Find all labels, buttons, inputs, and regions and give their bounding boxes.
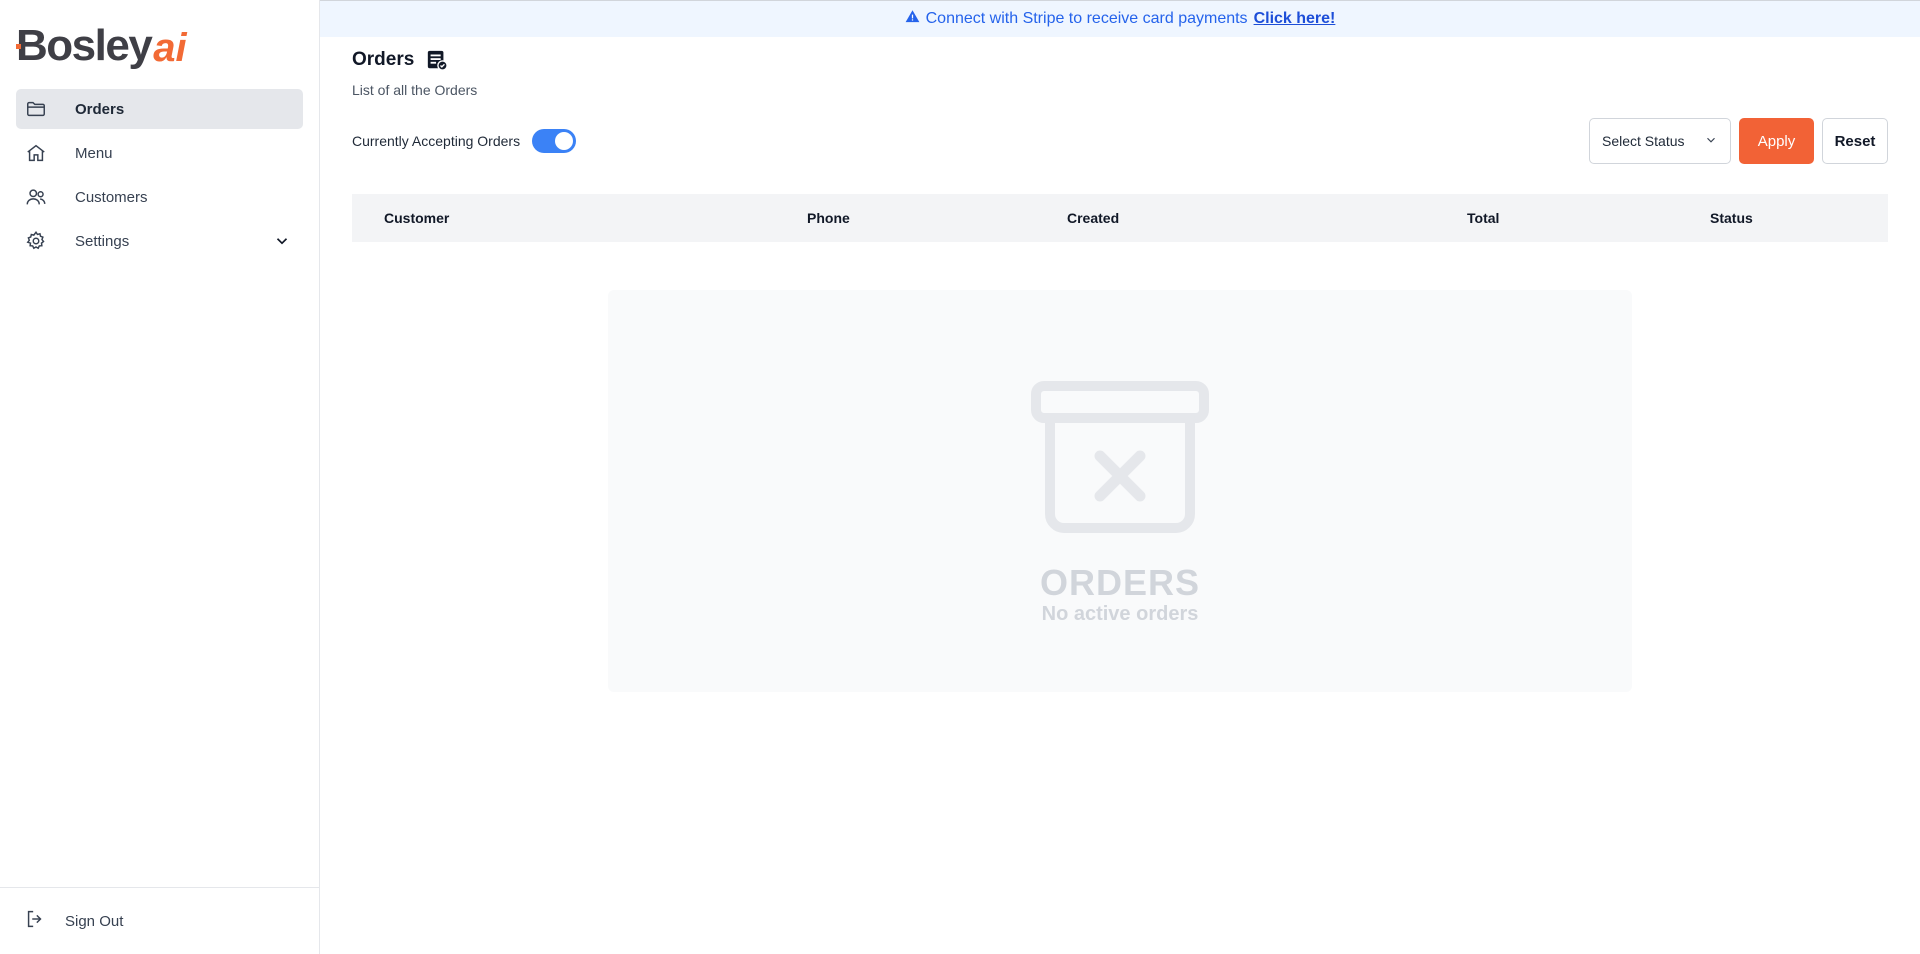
sidebar-item-menu[interactable]: Menu xyxy=(16,133,303,173)
empty-state-title: ORDERS xyxy=(1039,562,1201,603)
page-header: Orders xyxy=(352,49,449,71)
users-icon xyxy=(24,185,48,209)
logo-mark xyxy=(16,44,21,49)
sign-out-button[interactable]: Sign Out xyxy=(24,908,123,935)
column-header-created[interactable]: Created xyxy=(1067,210,1119,226)
stripe-connect-link[interactable]: Click here! xyxy=(1254,10,1336,28)
empty-box-icon xyxy=(1030,380,1210,536)
stripe-banner: Connect with Stripe to receive card paym… xyxy=(320,0,1920,37)
sidebar-item-label: Orders xyxy=(75,100,125,118)
sidebar-item-orders[interactable]: Orders xyxy=(16,89,303,129)
sign-out-icon xyxy=(24,908,46,935)
gear-icon xyxy=(24,229,48,253)
sidebar-nav: Orders Menu Customers Settings xyxy=(16,89,303,265)
sidebar-footer: Sign Out xyxy=(0,887,319,954)
warning-icon xyxy=(905,9,920,29)
page-subtitle: List of all the Orders xyxy=(352,82,478,98)
orders-table-header: Customer Phone Created Total Status xyxy=(352,194,1888,242)
column-header-phone[interactable]: Phone xyxy=(807,210,850,226)
reset-button[interactable]: Reset xyxy=(1822,118,1888,164)
chevron-down-icon xyxy=(1704,133,1718,150)
column-header-total[interactable]: Total xyxy=(1467,210,1499,226)
sidebar-item-label: Customers xyxy=(75,188,148,206)
sign-out-label: Sign Out xyxy=(65,913,124,930)
orders-list-icon xyxy=(426,49,449,71)
order-filters: Select Status Apply Reset xyxy=(1589,118,1888,164)
sidebar-item-label: Menu xyxy=(75,144,113,162)
sidebar: Bosley ai Orders Menu Customers Settings… xyxy=(0,0,320,954)
status-select-value: Select Status xyxy=(1602,133,1685,149)
apply-button[interactable]: Apply xyxy=(1739,118,1814,164)
sidebar-item-customers[interactable]: Customers xyxy=(16,177,303,217)
accepting-orders-row: Currently Accepting Orders xyxy=(352,129,577,153)
sidebar-item-settings[interactable]: Settings xyxy=(16,221,303,261)
chevron-down-icon[interactable] xyxy=(273,232,291,250)
accepting-orders-toggle[interactable] xyxy=(532,129,577,153)
folder-icon xyxy=(24,97,48,121)
page-title: Orders xyxy=(352,49,415,70)
empty-state: ORDERS No active orders xyxy=(608,290,1632,692)
empty-state-subtitle: No active orders xyxy=(1041,603,1199,625)
column-header-customer[interactable]: Customer xyxy=(384,210,449,226)
sidebar-item-label: Settings xyxy=(75,232,130,250)
status-select[interactable]: Select Status xyxy=(1589,118,1731,164)
home-icon xyxy=(24,141,48,165)
brand-logo[interactable]: Bosley ai xyxy=(16,20,187,68)
accepting-orders-label: Currently Accepting Orders xyxy=(352,133,521,149)
toggle-knob xyxy=(555,132,574,150)
logo-suffix: ai xyxy=(153,26,187,70)
logo-name: Bosley xyxy=(16,21,153,70)
column-header-status[interactable]: Status xyxy=(1710,210,1753,226)
banner-text: Connect with Stripe to receive card paym… xyxy=(925,10,1248,27)
